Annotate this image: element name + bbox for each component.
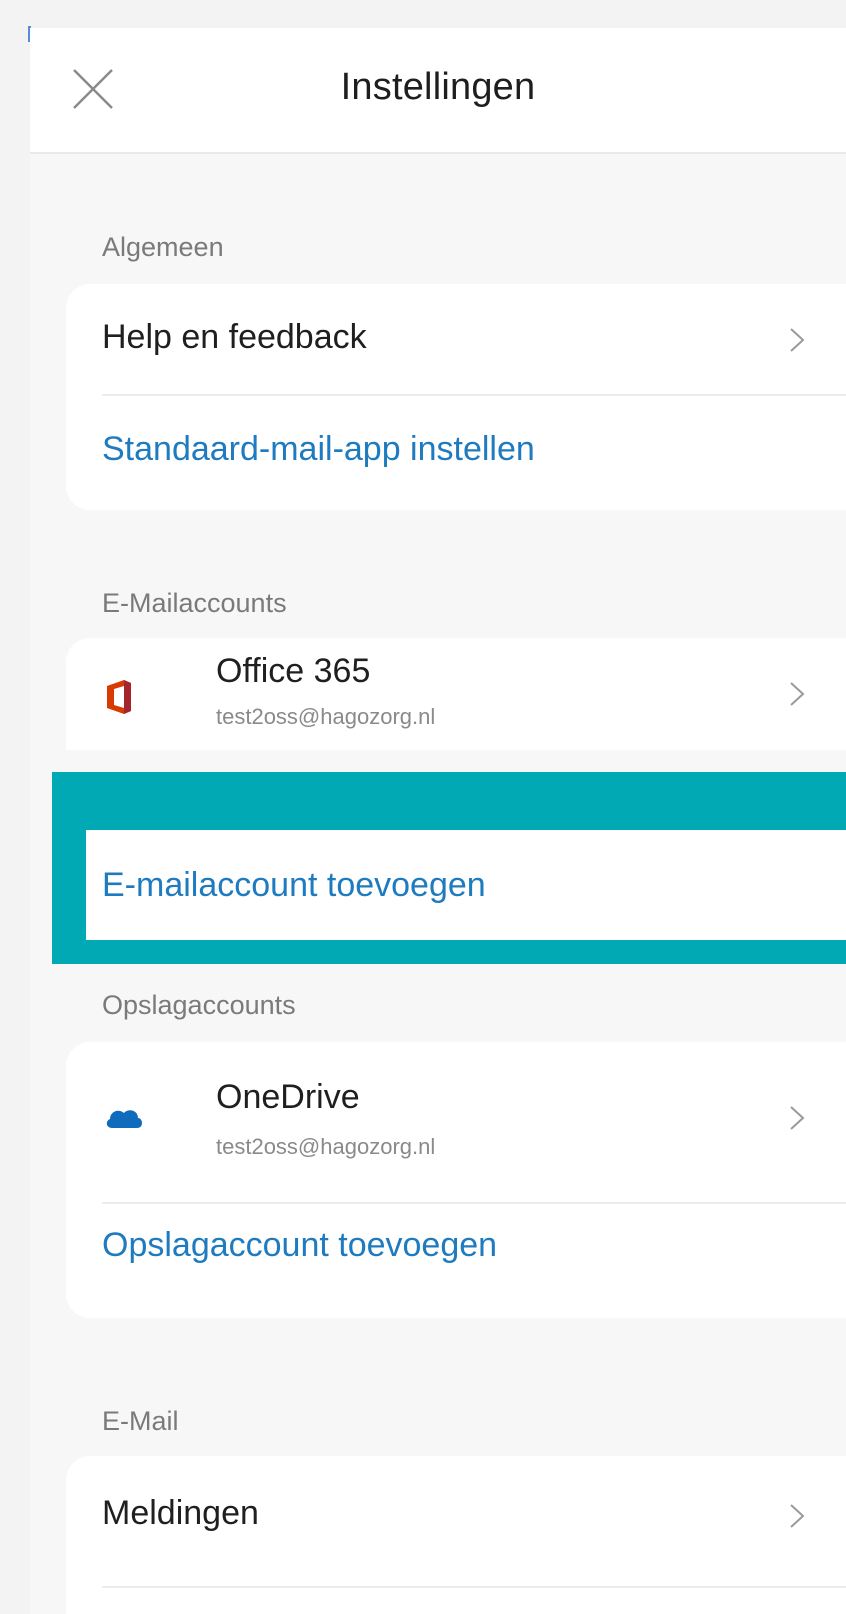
divider — [102, 1586, 846, 1588]
section-header-mail-accounts: E-Mailaccounts — [102, 588, 287, 618]
default-mail-app-link: Standaard-mail-app instellen — [102, 430, 535, 468]
office365-account-email: test2oss@hagozorg.nl — [216, 704, 436, 729]
add-storage-account-link: Opslagaccount toevoegen — [102, 1226, 498, 1264]
add-mail-account-label: E-mailaccount toevoegen — [102, 866, 486, 904]
office365-account-row[interactable]: Office 365 test2oss@hagozorg.nl — [66, 638, 846, 750]
help-feedback-label: Help en feedback — [102, 318, 367, 356]
notifications-label: Meldingen — [102, 1494, 259, 1532]
section-header-storage-accounts: Opslagaccounts — [102, 990, 296, 1020]
onedrive-account-name: OneDrive — [216, 1078, 360, 1116]
onedrive-icon — [106, 1110, 142, 1128]
add-mail-account-button[interactable]: E-mailaccount toevoegen — [86, 830, 846, 940]
general-card: Help en feedback Standaard-mail-app inst… — [66, 284, 846, 510]
page-title: Instellingen — [340, 66, 536, 108]
default-mail-app-row[interactable]: Standaard-mail-app instellen — [66, 396, 846, 510]
section-header-email: E-Mail — [102, 1406, 179, 1436]
storage-accounts-card: OneDrive test2oss@hagozorg.nl Opslagacco… — [66, 1042, 846, 1318]
settings-screen: Instellingen Algemeen Help en feedback S… — [30, 28, 846, 1614]
chevron-right-icon — [790, 1504, 805, 1528]
onedrive-account-row[interactable]: OneDrive test2oss@hagozorg.nl — [66, 1042, 846, 1202]
notifications-row[interactable]: Meldingen — [66, 1456, 846, 1568]
mail-accounts-card: Office 365 test2oss@hagozorg.nl — [66, 638, 846, 750]
chevron-right-icon — [790, 682, 805, 706]
top-bar: Instellingen — [30, 28, 846, 154]
chevron-right-icon — [790, 1106, 805, 1130]
onedrive-account-email: test2oss@hagozorg.nl — [216, 1134, 436, 1159]
add-storage-account-row[interactable]: Opslagaccount toevoegen — [66, 1202, 846, 1318]
section-header-general: Algemeen — [102, 232, 224, 262]
office365-account-name: Office 365 — [216, 652, 371, 690]
office-365-icon — [107, 680, 131, 714]
email-card: Meldingen — [66, 1456, 846, 1614]
help-feedback-row[interactable]: Help en feedback — [66, 284, 846, 396]
chevron-right-icon — [790, 328, 805, 352]
